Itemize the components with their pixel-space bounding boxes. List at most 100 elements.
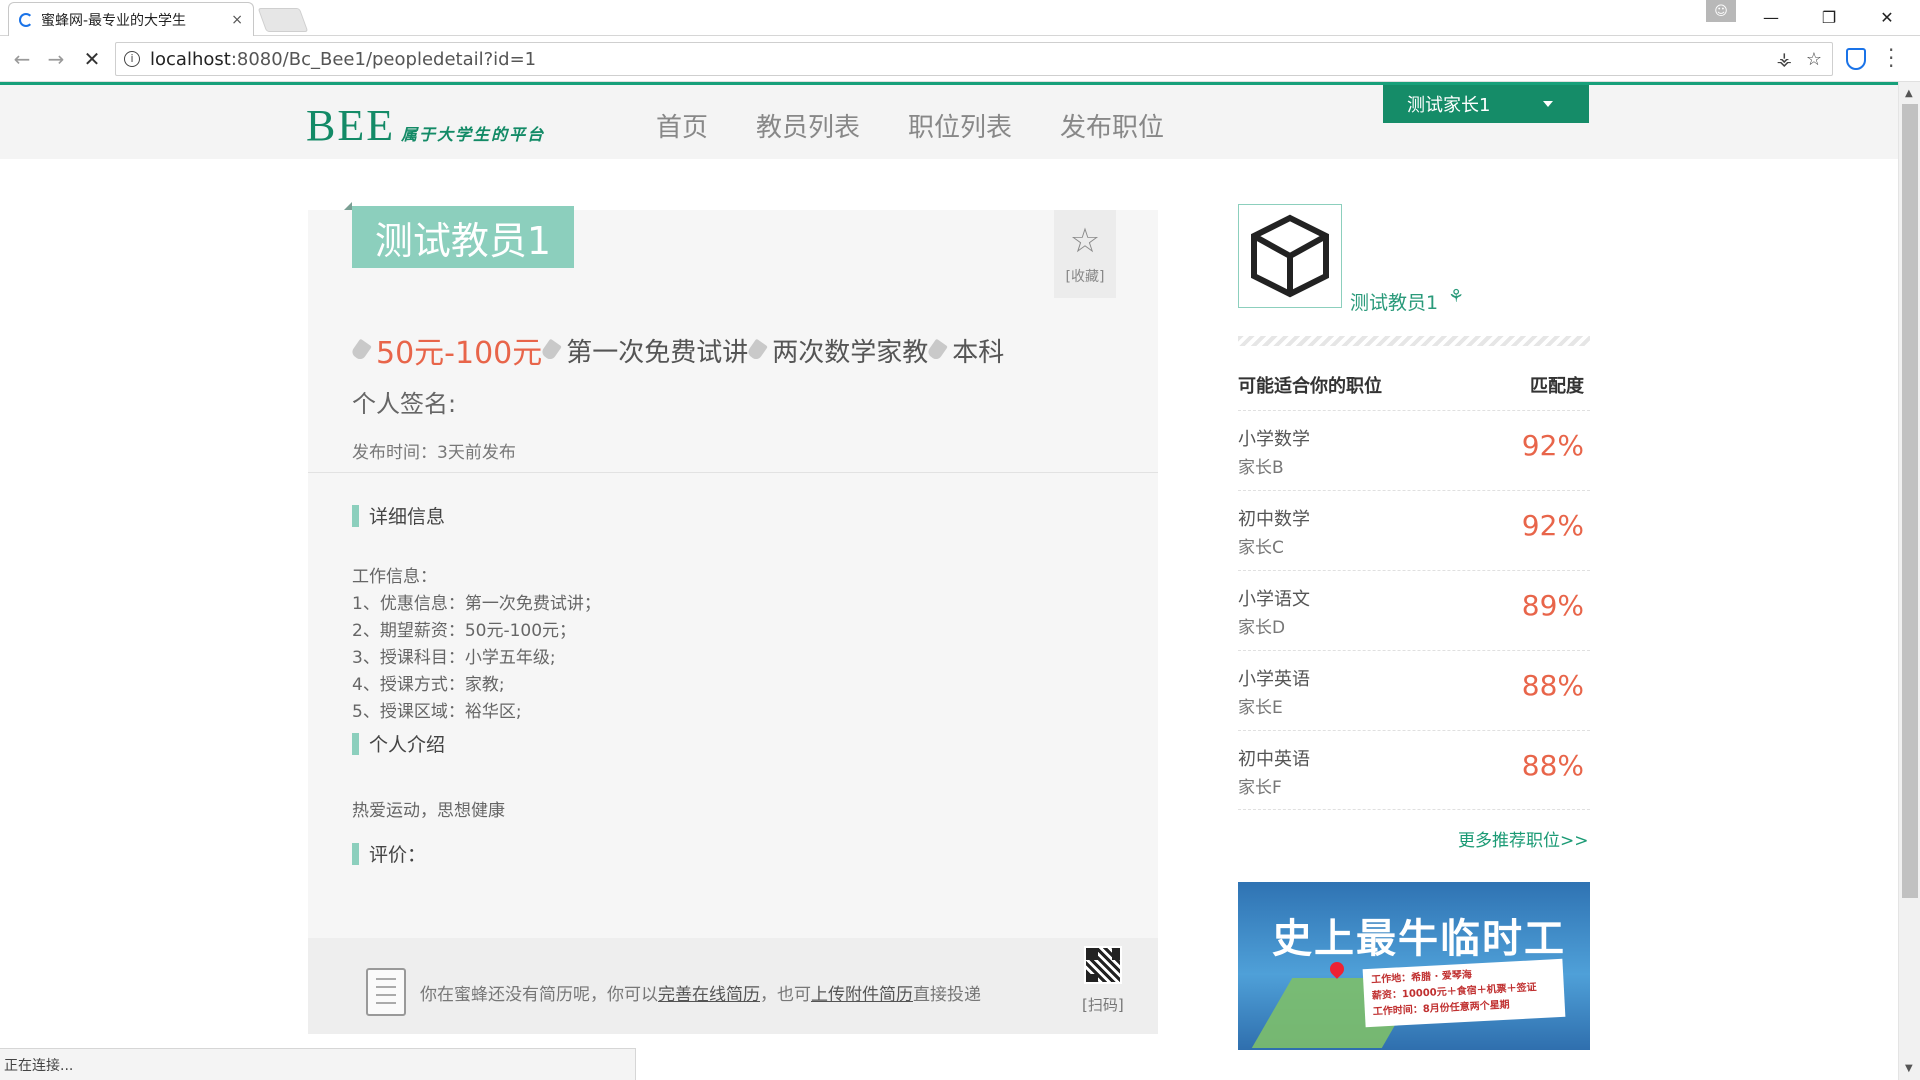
stop-loading-button[interactable]: ✕ [78,45,106,73]
browser-toolbar: ← → ✕ i localhost:8080/Bc_Bee1/peopledet… [0,36,1920,82]
detail-line: 1、优惠信息：第一次免费试讲； [352,594,601,614]
job-row[interactable]: 小学英语 家长E 88% [1238,650,1590,730]
cube-logo-icon [1251,214,1329,298]
browser-tabstrip: 蜜蜂网-最专业的大学生​ × ☺ — ❐ ✕ [0,0,1920,36]
qr-label[interactable]: [扫码] [1082,994,1124,1015]
qr-code-icon[interactable] [1084,946,1122,984]
url-host: localhost [150,48,231,70]
scroll-up-icon[interactable]: ▲ [1905,88,1913,99]
favorite-label: [收藏] [1065,269,1105,285]
job-title: 初中英语 [1238,749,1310,770]
upload-resume-link[interactable]: 上传附件简历 [811,985,913,1005]
job-row[interactable]: 小学语文 家长D 89% [1238,570,1590,650]
browser-tab[interactable]: 蜜蜂网-最专业的大学生​ × [8,2,254,36]
address-bar[interactable]: i localhost:8080/Bc_Bee1/peopledetail?id… [115,42,1833,76]
job-row[interactable]: 初中数学 家长C 92% [1238,490,1590,570]
browser-menu-icon[interactable]: · · · [1888,40,1894,76]
publish-time: 发布时间：3天前发布 [352,443,516,463]
job-match: 89% [1521,589,1584,622]
profile-icon[interactable]: ☺ [1706,0,1736,22]
extension-shield-icon[interactable] [1846,48,1866,70]
scrollbar-thumb[interactable] [1902,104,1918,898]
promo-banner[interactable]: 史上最牛临时工 工作地：希腊 · 爱琴海 薪资：10000元＋食宿＋机票＋签证 … [1238,882,1590,1050]
heading-bar [352,842,359,865]
teacher-name-tag: 测试教员1 [352,206,574,268]
job-match: 92% [1521,509,1584,542]
restore-button[interactable]: ❐ [1806,2,1852,32]
site-header: BEE 属于大学生的平台 首页 教员列表 职位列表 发布职位 测试家长1 [0,85,1898,159]
scroll-down-icon[interactable]: ▼ [1905,1063,1913,1074]
detail-line: 工作信息： [352,567,437,587]
back-button[interactable]: ← [8,45,36,73]
logo-brand: BEE [306,101,396,150]
forward-button[interactable]: → [42,45,70,73]
price-tag: 50元-100元 [376,336,543,371]
teacher-detail-card: 测试教员1 ☆ [收藏] 50元-100元 第一次免费试讲 两次数学家教 本科 … [308,202,1158,1034]
nav-post-job[interactable]: 发布职位 [1060,107,1164,144]
tag-icon [926,338,949,362]
new-tab-button[interactable] [257,8,309,32]
detail-line: 2、期望薪资：50元-100元； [352,621,577,641]
resume-text-middle: ，也可 [760,985,811,1005]
page: BEE 属于大学生的平台 首页 教员列表 职位列表 发布职位 测试家长1 测试教… [0,82,1898,1080]
user-menu-label: 测试家长1 [1407,95,1491,116]
job-title: 初中数学 [1238,509,1310,530]
resume-text: 你在蜜蜂还没有简历呢，你可以完善在线简历，也可上传附件简历直接投递 [420,980,981,1005]
job-title: 小学数学 [1238,429,1310,450]
intro-text: 热爱运动，思想健康 [352,801,505,821]
job-title: 小学语文 [1238,589,1310,610]
intro-heading: 个人介绍 [352,730,445,757]
hatch-divider [1238,336,1590,346]
intro-title: 个人介绍 [369,734,446,756]
job-parent: 家长D [1238,618,1286,638]
site-info-icon[interactable]: i [124,51,140,67]
jobs-header: 可能适合你的职位 匹配度 [1238,372,1590,398]
logo-slogan: 属于大学生的平台 [401,125,546,144]
heading-bar [352,504,359,527]
resume-prompt: 你在蜜蜂还没有简历呢，你可以完善在线简历，也可上传附件简历直接投递 [扫码] [308,938,1158,1034]
nav-teacher-list[interactable]: 教员列表 [756,107,860,144]
tag-icon [540,338,563,362]
favorite-button[interactable]: ☆ [收藏] [1054,210,1116,298]
bookmark-star-icon[interactable]: ☆ [1806,49,1822,70]
detail-line: 4、授课方式：家教; [352,675,505,695]
resume-text-after: 直接投递 [913,985,981,1005]
minimize-button[interactable]: — [1748,2,1794,32]
job-title: 小学英语 [1238,669,1310,690]
job-parent: 家长B [1238,458,1284,478]
sidebar-teacher-name[interactable]: 测试教员1 [1350,288,1438,315]
url-path: :8080/Bc_Bee1/peopledetail?id=1 [230,48,537,70]
job-row[interactable]: 初中英语 家长F 88% [1238,730,1590,810]
loading-spinner-icon [19,12,33,27]
tag-item: 本科 [952,337,1005,368]
details-heading: 详细信息 [352,502,445,529]
user-menu-button[interactable]: 测试家长1 [1383,85,1589,123]
tab-title: 蜜蜂网-最专业的大学生​ [41,12,187,29]
ribbon-fold [344,202,352,210]
tag-item: 两次数学家教 [772,337,929,368]
nav-home[interactable]: 首页 [656,107,708,144]
job-match: 88% [1521,669,1584,702]
more-recommended-jobs-link[interactable]: 更多推荐职位>> [1458,826,1589,851]
job-match: 88% [1521,749,1584,782]
close-window-button[interactable]: ✕ [1864,2,1910,32]
page-scrollbar[interactable]: ▲ ▼ [1898,82,1920,1080]
job-parent: 家长E [1238,698,1283,718]
browser-status-bar: 正在连接... [0,1048,636,1080]
tab-close-button[interactable]: × [231,12,243,28]
job-match: 92% [1521,429,1584,462]
teacher-avatar[interactable] [1238,204,1342,308]
review-heading: 评价： [352,840,426,867]
job-parent: 家长C [1238,538,1284,558]
signature-label: 个人签名: [352,390,457,418]
resume-document-icon [366,968,406,1016]
complete-online-resume-link[interactable]: 完善在线简历 [658,985,760,1005]
tag-icon [350,338,372,362]
tag-icon [746,338,769,362]
star-icon: ☆ [1069,221,1101,261]
nav-job-list[interactable]: 职位列表 [908,107,1012,144]
job-row[interactable]: 小学数学 家长B 92% [1238,410,1590,490]
caret-down-icon [1543,101,1553,107]
key-icon[interactable]: ⚶ [1777,49,1792,70]
site-logo[interactable]: BEE 属于大学生的平台 [306,101,546,150]
